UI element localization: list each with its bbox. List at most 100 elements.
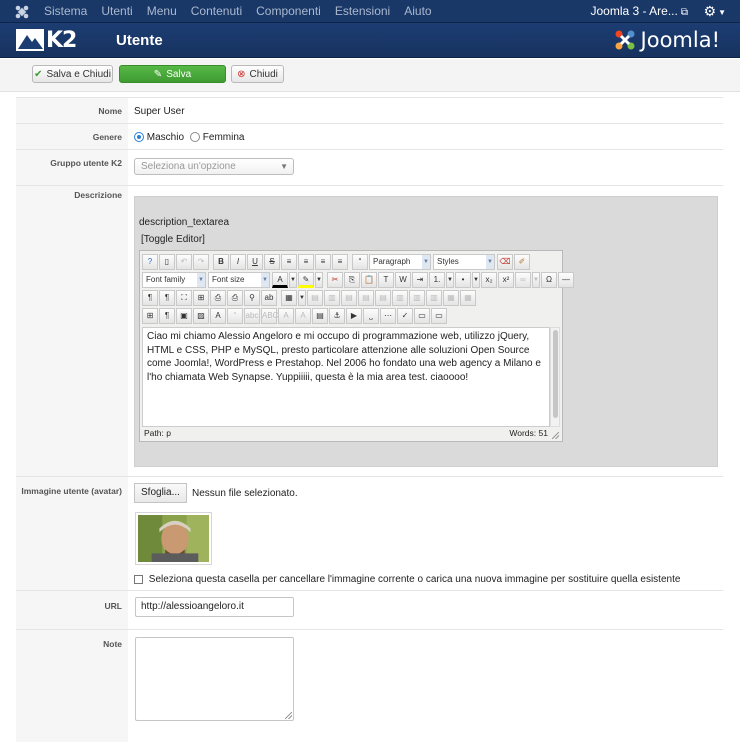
gender-male-radio[interactable]	[134, 132, 144, 143]
insert-col-before-icon[interactable]: ▥	[392, 290, 408, 306]
styles-select[interactable]: Styles ▼	[433, 254, 495, 270]
delete-image-checkbox[interactable]	[134, 574, 143, 584]
insert-row-before-icon[interactable]: ▤	[341, 290, 357, 306]
attribs-icon[interactable]: ▤	[312, 308, 328, 324]
subscript-icon[interactable]: x₂	[481, 272, 497, 288]
font-family-select[interactable]: Font family ▼	[142, 272, 206, 288]
url-input[interactable]: http://alessioangeloro.it	[135, 597, 294, 617]
save-button[interactable]: ✎ Salva	[119, 65, 226, 83]
menu-item-contenuti[interactable]: Contenuti	[191, 0, 242, 23]
merge-cells-icon[interactable]: ▦	[460, 290, 476, 306]
split-cells-icon[interactable]: ▦	[443, 290, 459, 306]
chevron-down-icon[interactable]: ▼	[532, 272, 540, 288]
special-char-icon[interactable]: Ω	[541, 272, 557, 288]
settings-menu[interactable]: ⚙ ▼	[704, 0, 726, 24]
chevron-down-icon[interactable]: ▼	[289, 272, 297, 288]
media-icon[interactable]: ▶	[346, 308, 362, 324]
cut-icon[interactable]: ✂	[327, 272, 343, 288]
cleanup-brush-icon[interactable]: ✐	[514, 254, 530, 270]
print-icon[interactable]: ⎙	[227, 290, 243, 306]
new-document-icon[interactable]: ▯	[159, 254, 175, 270]
format-select[interactable]: Paragraph ▼	[369, 254, 431, 270]
blockquote-icon[interactable]: “	[352, 254, 368, 270]
anchor-icon[interactable]: ⚓	[329, 308, 345, 324]
html-source-icon[interactable]: ⊞	[193, 290, 209, 306]
bold-icon[interactable]: B	[213, 254, 229, 270]
menu-item-estensioni[interactable]: Estensioni	[335, 0, 390, 23]
scrollbar-thumb[interactable]	[553, 330, 558, 418]
fullscreen-icon[interactable]: ⛶	[176, 290, 192, 306]
gender-male-option[interactable]: Maschio	[134, 132, 184, 143]
insert-layer-icon[interactable]: ▣	[176, 308, 192, 324]
spellcheck-icon[interactable]: ✓	[397, 308, 413, 324]
align-right-icon[interactable]: ≡	[332, 254, 348, 270]
save-and-close-button[interactable]: ✔ Salva e Chiudi	[32, 65, 113, 83]
template-icon[interactable]: ▭	[414, 308, 430, 324]
paste-icon[interactable]: 📋	[361, 272, 377, 288]
path-value[interactable]: p	[166, 428, 171, 438]
highlight-color-icon[interactable]: ✎	[298, 272, 314, 288]
cite-icon[interactable]: “	[227, 308, 243, 324]
rtl-icon[interactable]: ¶	[159, 290, 175, 306]
table-cell-icon[interactable]: ▥	[324, 290, 340, 306]
italic-icon[interactable]: I	[230, 254, 246, 270]
align-left-icon[interactable]: ≡	[315, 254, 331, 270]
menu-item-menu[interactable]: Menu	[147, 0, 177, 23]
visual-chars-icon[interactable]: ▭	[431, 308, 447, 324]
chevron-down-icon[interactable]: ▼	[298, 290, 306, 306]
menu-item-sistema[interactable]: Sistema	[44, 0, 87, 23]
help-icon[interactable]: ?	[142, 254, 158, 270]
chevron-down-icon[interactable]: ▼	[446, 272, 454, 288]
pagebreak-icon[interactable]: ⋯	[380, 308, 396, 324]
search-icon[interactable]: ⚲	[244, 290, 260, 306]
underline-icon[interactable]: U	[247, 254, 263, 270]
group-select[interactable]: Seleziona un'opzione ▼	[134, 158, 294, 175]
table-row-icon[interactable]: ▤	[307, 290, 323, 306]
delete-row-icon[interactable]: ▤	[375, 290, 391, 306]
toggle-editor-link[interactable]: [Toggle Editor]	[141, 234, 205, 245]
paste-text-icon[interactable]: T	[378, 272, 394, 288]
show-blocks-icon[interactable]: ¶	[159, 308, 175, 324]
undo-icon[interactable]: ↶	[176, 254, 192, 270]
del-icon[interactable]: A	[278, 308, 294, 324]
align-center-icon[interactable]: ≡	[298, 254, 314, 270]
text-color-icon[interactable]: A	[272, 272, 288, 288]
indent-icon[interactable]: ⇥	[412, 272, 428, 288]
chevron-down-icon[interactable]: ▼	[472, 272, 480, 288]
insert-row-after-icon[interactable]: ▤	[358, 290, 374, 306]
image-icon[interactable]: ▨	[193, 308, 209, 324]
link-icon[interactable]: ∞	[515, 272, 531, 288]
resize-handle-icon[interactable]	[552, 432, 559, 439]
nonbreaking-icon[interactable]: ⎵	[363, 308, 379, 324]
browse-button[interactable]: Sfoglia...	[134, 483, 187, 503]
acronym-icon[interactable]: ABC	[261, 308, 278, 324]
preview-icon[interactable]: ⎙	[210, 290, 226, 306]
superscript-icon[interactable]: x²	[498, 272, 514, 288]
resize-handle-icon[interactable]	[285, 712, 292, 719]
delete-col-icon[interactable]: ▥	[426, 290, 442, 306]
paste-word-icon[interactable]: W	[395, 272, 411, 288]
menu-item-aiuto[interactable]: Aiuto	[404, 0, 431, 23]
redo-icon[interactable]: ↷	[193, 254, 209, 270]
editor-content[interactable]: Ciao mi chiamo Alessio Angeloro e mi occ…	[142, 327, 550, 427]
abbr-icon[interactable]: abc	[244, 308, 260, 324]
gender-female-radio[interactable]	[190, 132, 200, 143]
horizontal-rule-icon[interactable]: —	[558, 272, 574, 288]
strikethrough-icon[interactable]: S	[264, 254, 280, 270]
ins-icon[interactable]: A	[295, 308, 311, 324]
copy-icon[interactable]: ⎘	[344, 272, 360, 288]
bullet-list-icon[interactable]: •	[455, 272, 471, 288]
style-icon[interactable]: A	[210, 308, 226, 324]
align-justify-icon[interactable]: ≡	[281, 254, 297, 270]
delete-image-option[interactable]: Seleziona questa casella per cancellare …	[134, 574, 680, 585]
gender-female-option[interactable]: Femmina	[190, 132, 244, 143]
ltr-icon[interactable]: ¶	[142, 290, 158, 306]
editor-scrollbar[interactable]	[550, 327, 560, 427]
visual-aid-icon[interactable]: ⊞	[142, 308, 158, 324]
replace-icon[interactable]: ab	[261, 290, 277, 306]
eraser-icon[interactable]: ⌫	[497, 254, 513, 270]
menu-item-componenti[interactable]: Componenti	[256, 0, 321, 23]
close-button[interactable]: ⊗ Chiudi	[231, 65, 284, 83]
insert-col-after-icon[interactable]: ▥	[409, 290, 425, 306]
menu-item-utenti[interactable]: Utenti	[101, 0, 132, 23]
